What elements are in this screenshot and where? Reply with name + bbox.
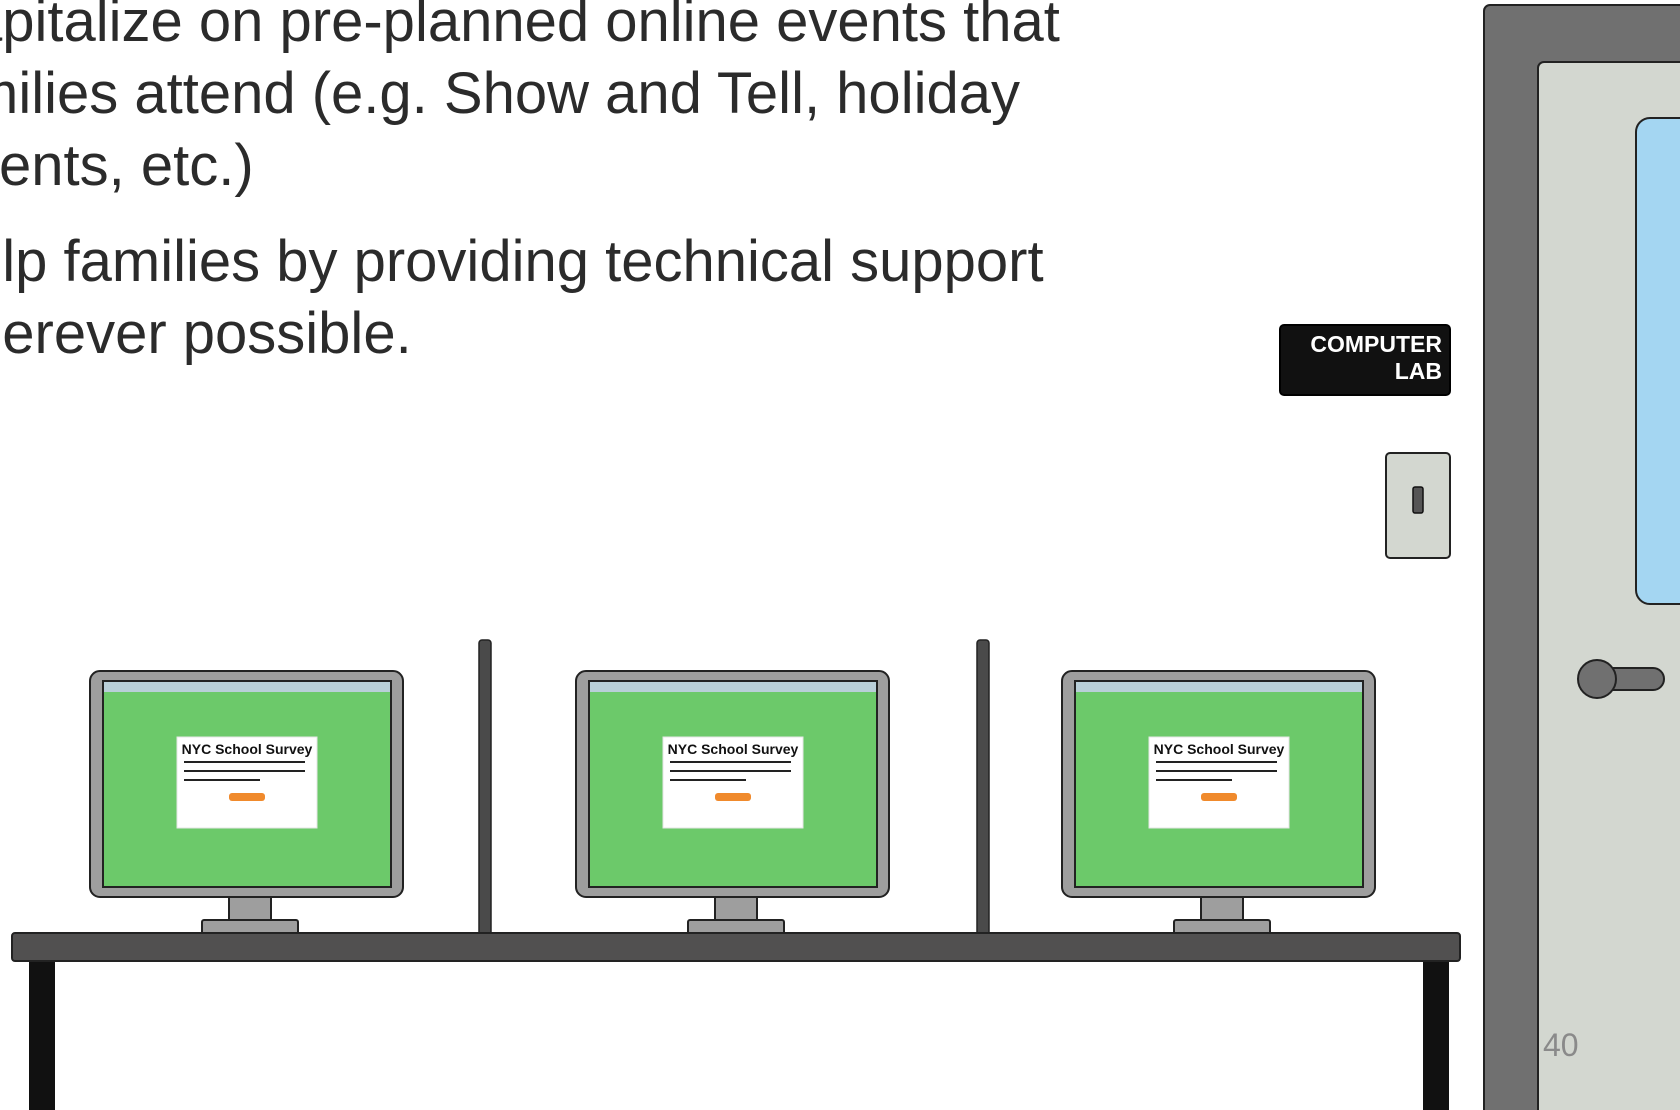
desk (11, 932, 1461, 1110)
monitor-screen-bar (104, 682, 390, 692)
desk-leg-right (1423, 959, 1449, 1110)
desk-divider (478, 639, 492, 937)
door-window (1635, 117, 1680, 605)
computer-lab-sign: COMPUTER LAB (1279, 324, 1451, 396)
monitor-base (1173, 919, 1271, 935)
survey-start-button[interactable] (229, 793, 265, 801)
monitor-screen-bar (590, 682, 876, 692)
monitor-icon: NYC School Survey (575, 670, 890, 935)
survey-title: NYC School Survey (1154, 741, 1285, 757)
monitor-screen-bar (1076, 682, 1362, 692)
light-switch-icon[interactable] (1385, 452, 1451, 559)
survey-card: NYC School Survey (176, 736, 318, 829)
survey-card: NYC School Survey (1148, 736, 1290, 829)
survey-title: NYC School Survey (182, 741, 313, 757)
desk-top (11, 932, 1461, 962)
monitor-base (201, 919, 299, 935)
survey-card: NYC School Survey (662, 736, 804, 829)
survey-title: NYC School Survey (668, 741, 799, 757)
computer-lab-illustration: 40 COMPUTER LAB NYC School Survey NYC Sc… (11, 4, 1680, 1110)
monitor-icon: NYC School Survey (1061, 670, 1376, 935)
page-number: 40 (1543, 1027, 1579, 1063)
sign-line-2: LAB (1395, 358, 1442, 384)
survey-start-button[interactable] (1201, 793, 1237, 801)
door: 40 (1483, 4, 1680, 1110)
slide: apitalize on pre-planned online events t… (0, 0, 1680, 1110)
monitor-base (687, 919, 785, 935)
desk-divider (976, 639, 990, 937)
sign-line-1: COMPUTER (1310, 331, 1442, 357)
monitor-icon: NYC School Survey (89, 670, 404, 935)
desk-leg-left (29, 959, 55, 1110)
survey-start-button[interactable] (715, 793, 751, 801)
